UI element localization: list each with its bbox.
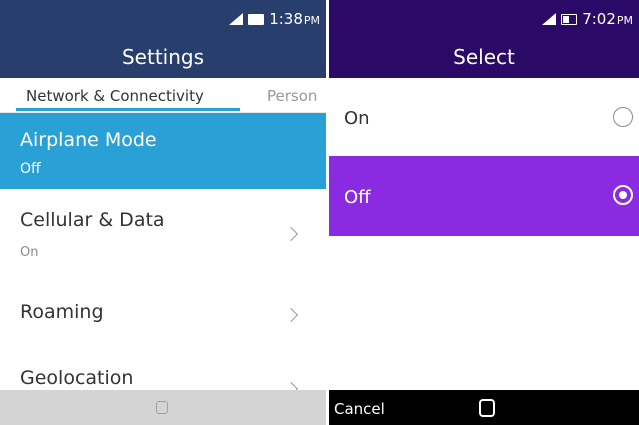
list-item-geolocation[interactable]: Geolocation bbox=[0, 349, 326, 390]
list-item-roaming[interactable]: Roaming bbox=[0, 279, 326, 349]
list-item-title: Cellular & Data bbox=[20, 209, 165, 231]
list-item-value: Off bbox=[20, 161, 41, 177]
radio-selected-icon[interactable] bbox=[613, 185, 633, 205]
tab-network-connectivity[interactable]: Network & Connectivity bbox=[26, 87, 204, 105]
list-item-title: Geolocation bbox=[20, 367, 134, 389]
tab-bar: Network & Connectivity Person bbox=[0, 78, 326, 113]
list-item-airplane-mode[interactable]: Airplane Mode Off bbox=[0, 113, 326, 189]
settings-screen: 1:38PM Settings Network & Connectivity P… bbox=[0, 0, 326, 425]
signal-icon bbox=[229, 13, 244, 25]
list-item-title: Roaming bbox=[20, 301, 104, 323]
softkey-bar: Cancel bbox=[329, 390, 639, 425]
cancel-button[interactable]: Cancel bbox=[334, 400, 385, 418]
option-on[interactable]: On bbox=[329, 78, 639, 156]
home-key-icon[interactable] bbox=[156, 401, 168, 414]
status-bar: 7:02PM bbox=[329, 0, 639, 40]
list-item-cellular-data[interactable]: Cellular & Data On bbox=[0, 189, 326, 279]
list-item-title: Airplane Mode bbox=[20, 129, 157, 151]
clock: 1:38PM bbox=[269, 10, 320, 28]
battery-icon bbox=[561, 13, 578, 25]
radio-unselected-icon[interactable] bbox=[613, 107, 633, 127]
status-bar: 1:38PM bbox=[0, 0, 326, 40]
clock: 7:02PM bbox=[582, 10, 633, 28]
page-title: Settings bbox=[121, 45, 205, 69]
dialog-title: Select bbox=[453, 45, 515, 69]
battery-icon bbox=[248, 13, 265, 25]
select-header: 7:02PM Select bbox=[329, 0, 639, 78]
chevron-right-icon bbox=[283, 226, 299, 242]
tab-personalization[interactable]: Person bbox=[267, 87, 317, 105]
chevron-right-icon bbox=[283, 307, 299, 323]
select-dialog-screen: 7:02PM Select On Off Cancel bbox=[329, 0, 639, 425]
home-key-icon[interactable] bbox=[479, 399, 495, 417]
list-item-value: On bbox=[20, 245, 39, 260]
option-label: On bbox=[344, 108, 370, 129]
signal-icon bbox=[542, 13, 557, 25]
softkey-bar bbox=[0, 390, 326, 425]
option-off[interactable]: Off bbox=[329, 156, 639, 236]
option-label: Off bbox=[344, 187, 371, 208]
active-tab-indicator bbox=[16, 108, 240, 111]
settings-header: 1:38PM Settings bbox=[0, 0, 326, 78]
chevron-right-icon bbox=[283, 381, 299, 390]
